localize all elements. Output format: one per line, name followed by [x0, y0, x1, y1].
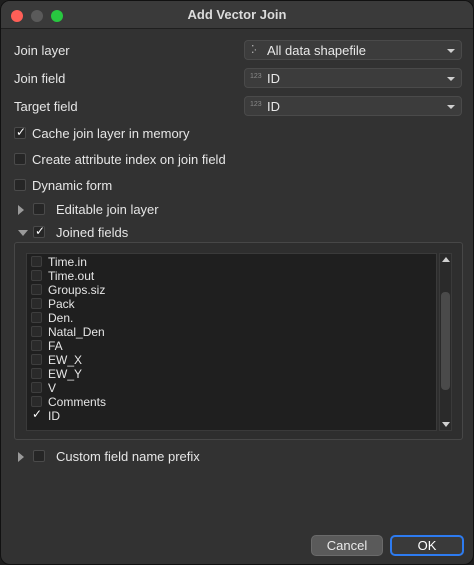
field-list-item[interactable]: FA — [27, 339, 436, 353]
title-bar: Add Vector Join — [1, 1, 473, 29]
joined-fields-list[interactable]: Time.in Time.out Groups.siz Pack Den. Natal_D… — [26, 253, 437, 431]
editable-expand-arrow-icon[interactable] — [18, 205, 24, 215]
dynamic-form-checkbox[interactable] — [14, 179, 26, 191]
field-checkbox[interactable] — [31, 270, 42, 281]
field-name: Time.in — [48, 255, 87, 269]
integer-type-icon: 123 — [250, 73, 262, 80]
checkmark-icon: ✓ — [16, 125, 27, 139]
scroll-down-arrow-icon[interactable] — [442, 422, 450, 427]
create-attribute-index-label: Create attribute index on join field — [32, 152, 226, 167]
join-field-value: ID — [267, 71, 280, 86]
target-field-dropdown[interactable]: 123 ID — [244, 96, 462, 116]
field-name: Time.out — [48, 269, 95, 283]
checkmark-icon: ✓ — [32, 407, 43, 421]
field-list-item[interactable]: ✓ ID — [27, 407, 436, 423]
field-name: EW_Y — [48, 367, 83, 381]
field-list-item[interactable]: Natal_Den — [27, 325, 436, 339]
field-checkbox[interactable] — [31, 284, 42, 295]
editable-join-layer-checkbox[interactable] — [33, 203, 45, 215]
point-layer-icon: ⁚· — [251, 44, 257, 56]
field-checkbox[interactable] — [31, 396, 42, 407]
field-name: Groups.siz — [48, 283, 106, 297]
chevron-down-icon — [447, 105, 455, 109]
field-list-item[interactable]: EW_X — [27, 353, 436, 367]
joined-fields-label: Joined fields — [56, 225, 129, 240]
field-name: Pack — [48, 297, 75, 311]
field-list-item[interactable]: Time.out — [27, 269, 436, 283]
field-list-item[interactable]: V — [27, 381, 436, 395]
editable-join-layer-label: Editable join layer — [56, 202, 159, 217]
field-name: Natal_Den — [48, 325, 105, 339]
field-checkbox[interactable] — [31, 368, 42, 379]
checkmark-icon: ✓ — [35, 224, 46, 238]
field-list-item[interactable]: Den. — [27, 311, 436, 325]
field-name: Den. — [48, 311, 74, 325]
fields-scrollbar[interactable] — [439, 253, 452, 431]
field-name: ID — [48, 409, 60, 423]
create-attribute-index-checkbox[interactable] — [14, 153, 26, 165]
integer-type-icon: 123 — [250, 101, 262, 108]
field-list-item[interactable]: Groups.siz — [27, 283, 436, 297]
target-field-label: Target field — [14, 99, 78, 114]
join-layer-label: Join layer — [14, 43, 70, 58]
field-name: V — [48, 381, 57, 395]
add-vector-join-dialog: Add Vector Join Join layer ⁚· All data s… — [0, 0, 474, 565]
field-checkbox[interactable] — [31, 354, 42, 365]
field-checkbox[interactable] — [31, 298, 42, 309]
joined-fields-checkbox[interactable]: ✓ — [33, 224, 46, 238]
scroll-up-arrow-icon[interactable] — [442, 257, 450, 262]
field-name: EW_X — [48, 353, 83, 367]
field-checkbox[interactable] — [31, 326, 42, 337]
field-checkbox[interactable] — [31, 312, 42, 323]
custom-prefix-checkbox[interactable] — [33, 450, 45, 462]
dynamic-form-label: Dynamic form — [32, 178, 113, 193]
field-name: Comments — [48, 395, 107, 409]
chevron-down-icon — [447, 49, 455, 53]
field-name: FA — [48, 339, 63, 353]
custom-prefix-label: Custom field name prefix — [56, 449, 200, 464]
field-checkbox[interactable] — [31, 256, 42, 267]
field-list-item[interactable]: EW_Y — [27, 367, 436, 381]
field-checkbox[interactable] — [31, 382, 42, 393]
joined-fields-collapse-arrow-icon[interactable] — [18, 230, 28, 236]
cache-join-layer-label: Cache join layer in memory — [32, 126, 190, 141]
join-field-dropdown[interactable]: 123 ID — [244, 68, 462, 88]
scroll-thumb[interactable] — [441, 292, 450, 390]
join-field-label: Join field — [14, 71, 66, 86]
window-title: Add Vector Join — [187, 7, 287, 22]
cache-join-layer-checkbox[interactable]: ✓ — [14, 125, 27, 139]
field-checkbox[interactable] — [31, 340, 42, 351]
prefix-expand-arrow-icon[interactable] — [18, 452, 24, 462]
field-list-item[interactable]: Comments — [27, 395, 436, 409]
cancel-button[interactable]: Cancel — [311, 535, 383, 556]
chevron-down-icon — [447, 77, 455, 81]
join-layer-dropdown[interactable]: ⁚· All data shapefile — [244, 40, 462, 60]
join-layer-value: All data shapefile — [267, 43, 367, 58]
ok-button[interactable]: OK — [390, 535, 464, 556]
field-list-item[interactable]: Time.in — [27, 255, 436, 269]
target-field-value: ID — [267, 99, 280, 114]
field-list-item[interactable]: Pack — [27, 297, 436, 311]
